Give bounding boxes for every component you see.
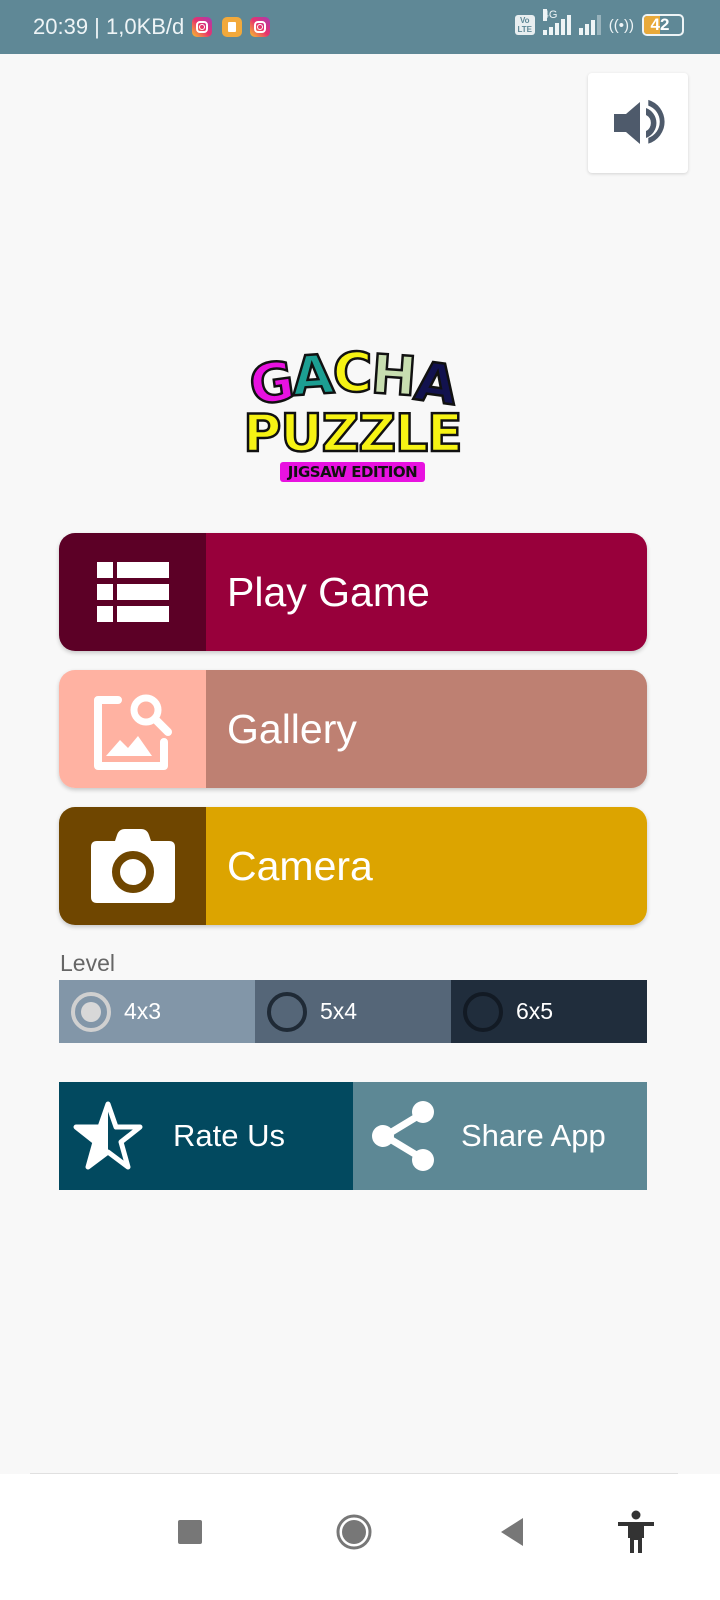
- camera-icon: [90, 829, 175, 903]
- instagram-icon: [250, 17, 271, 37]
- accessibility-icon: [618, 1510, 654, 1553]
- home-button[interactable]: [324, 1502, 384, 1562]
- camera-label: Camera: [206, 807, 647, 925]
- level-option-6x5[interactable]: 6x5: [451, 980, 647, 1043]
- home-icon: [336, 1514, 372, 1550]
- battery-icon: 42: [642, 14, 684, 36]
- sound-toggle-button[interactable]: [588, 73, 688, 173]
- instagram-icon: [192, 17, 213, 37]
- hotspot-icon: ((•)): [608, 16, 634, 34]
- star-icon: [73, 1101, 143, 1170]
- status-time-data: 20:39 | 1,0KB/d: [33, 14, 185, 39]
- system-nav-bar: [0, 1474, 720, 1600]
- gallery-label: Gallery: [206, 670, 647, 788]
- rate-us-button[interactable]: Rate Us: [59, 1082, 353, 1190]
- list-icon: [96, 562, 169, 622]
- battery-percent: 42: [650, 15, 670, 34]
- logo-title-gacha: G A C H A: [244, 341, 461, 419]
- radio-checked-icon[interactable]: [71, 991, 111, 1032]
- accessibility-button[interactable]: [606, 1502, 666, 1562]
- camera-icon-box: [59, 807, 206, 925]
- back-button[interactable]: [482, 1502, 542, 1562]
- level-radio-group: 4x3 5x4 6x5: [59, 980, 647, 1043]
- gallery-button[interactable]: Gallery: [59, 670, 647, 788]
- share-icon: [372, 1101, 434, 1171]
- signal-4g-icon: 4G: [542, 9, 571, 35]
- signal-icon: [578, 15, 601, 35]
- volte-icon: Vo LTE: [514, 15, 535, 35]
- level-option-label: 5x4: [320, 998, 358, 1024]
- notes-icon: [222, 17, 243, 37]
- app-logo: G A C H A PUZZLE JIGSAW EDITION: [215, 341, 490, 498]
- status-bar: 20:39 | 1,0KB/d Vo LTE 4G ((•)) 42: [0, 0, 720, 54]
- share-app-label: Share App: [461, 1118, 606, 1153]
- share-app-button[interactable]: Share App: [353, 1082, 647, 1190]
- back-icon: [501, 1518, 523, 1546]
- gallery-icon-box: [59, 670, 206, 788]
- play-game-button[interactable]: Play Game: [59, 533, 647, 651]
- play-game-icon-box: [59, 533, 206, 651]
- speaker-icon: [614, 99, 665, 144]
- image-search-icon: [93, 694, 172, 770]
- radio-unchecked-icon[interactable]: [267, 991, 307, 1032]
- level-option-label: 6x5: [516, 998, 554, 1024]
- bottom-actions: Rate Us Share App: [59, 1082, 647, 1190]
- recents-button[interactable]: [160, 1502, 220, 1562]
- level-option-label: 4x3: [124, 998, 162, 1024]
- camera-button[interactable]: Camera: [59, 807, 647, 925]
- logo-badge: JIGSAW EDITION: [279, 462, 426, 482]
- recents-icon: [178, 1520, 202, 1544]
- level-option-5x4[interactable]: 5x4: [255, 980, 451, 1043]
- radio-unchecked-icon[interactable]: [463, 991, 503, 1032]
- play-game-label: Play Game: [206, 533, 647, 651]
- level-label: Level: [60, 950, 115, 976]
- rate-us-label: Rate Us: [173, 1118, 285, 1153]
- level-option-4x3[interactable]: 4x3: [59, 980, 255, 1043]
